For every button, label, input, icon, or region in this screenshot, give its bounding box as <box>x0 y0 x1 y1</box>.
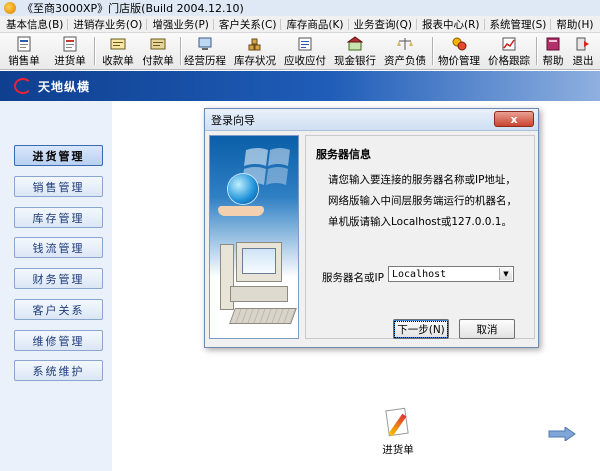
cash-bank-button[interactable]: 现金银行 <box>332 35 378 68</box>
brand-header: 天地纵横 <box>0 71 600 101</box>
title-bar: 《至商3000XP》门店版(Build 2004.12.10) <box>0 0 600 16</box>
inventory-icon <box>247 36 263 52</box>
sales-order-button[interactable]: 销售单 <box>4 35 44 68</box>
nav-customer-relations[interactable]: 客户关系 <box>14 299 103 320</box>
menu-enhanced-business[interactable]: 增强业务(P) <box>146 17 213 32</box>
toolbar: 销售单 进货单 收款单 付款单 经营历程 库存状况 应收应付 现金银行 资产负债… <box>0 33 600 70</box>
business-history-button[interactable]: 经营历程 <box>182 35 228 68</box>
purchase-doc-icon <box>62 36 78 52</box>
section-title: 服务器信息 <box>316 148 371 161</box>
nav-purchase-management[interactable]: 进货管理 <box>14 145 103 166</box>
receipt-button[interactable]: 收款单 <box>98 35 138 68</box>
keyboard-icon <box>229 308 297 324</box>
price-icon <box>451 36 467 52</box>
brand-name: 天地纵横 <box>38 80 91 94</box>
price-tracking-button[interactable]: 价格跟踪 <box>486 35 532 68</box>
arrow-right-icon[interactable] <box>548 427 576 441</box>
dropdown-arrow-icon[interactable]: ▼ <box>499 268 512 280</box>
price-management-button[interactable]: 物价管理 <box>436 35 482 68</box>
dialog-title-bar: 登录向导 x <box>205 109 538 131</box>
nav-cashflow-management[interactable]: 钱流管理 <box>14 237 103 258</box>
nav-inventory-management[interactable]: 库存管理 <box>14 207 103 228</box>
purchase-order-button[interactable]: 进货单 <box>50 35 90 68</box>
menu-report-center[interactable]: 报表中心(R) <box>416 17 484 32</box>
receipt-icon <box>110 36 126 52</box>
nav-finance-management[interactable]: 财务管理 <box>14 268 103 289</box>
server-value: Localhost <box>392 268 447 280</box>
close-button[interactable]: x <box>494 111 534 127</box>
brand-logo-icon <box>14 78 32 94</box>
exit-icon <box>575 36 591 52</box>
app-icon <box>4 2 16 14</box>
server-label: 服务器名或IP <box>322 272 384 284</box>
nav-sales-management[interactable]: 销售管理 <box>14 176 103 197</box>
globe-icon <box>228 174 258 204</box>
nav-system-maintenance[interactable]: 系统维护 <box>14 360 103 381</box>
receivable-icon <box>297 36 313 52</box>
payment-icon <box>150 36 166 52</box>
login-wizard-dialog: 登录向导 x 服务器信息 请您输入要连接的服务器名称或IP地址， 网络版输入中间… <box>204 108 539 348</box>
instruction-line: 请您输入要连接的服务器名称或IP地址， <box>328 174 516 186</box>
server-info-panel: 服务器信息 请您输入要连接的服务器名称或IP地址， 网络版输入中间层服务端运行的… <box>305 135 535 339</box>
price-track-icon <box>501 36 517 52</box>
purchase-doc-pencil-icon <box>383 407 413 439</box>
menu-inventory-business[interactable]: 进销存业务(O) <box>67 17 146 32</box>
exit-button[interactable]: 退出 <box>568 35 598 68</box>
purchase-order-shortcut[interactable]: 进货单 <box>374 407 422 457</box>
receivable-payable-button[interactable]: 应收应付 <box>282 35 328 68</box>
hand-icon <box>218 206 264 216</box>
menu-business-query[interactable]: 业务查询(Q) <box>347 17 416 32</box>
next-button[interactable]: 下一步(N) <box>393 319 449 339</box>
balance-icon <box>397 36 413 52</box>
instruction-line: 单机版请输入Localhost或127.0.0.1。 <box>328 216 512 228</box>
nav-repair-management[interactable]: 维修管理 <box>14 330 103 351</box>
monitor-icon <box>236 242 282 282</box>
instruction-line: 网络版输入中间层服务端运行的机器名， <box>328 195 517 207</box>
assets-liabilities-button[interactable]: 资产负债 <box>382 35 428 68</box>
menu-system-management[interactable]: 系统管理(S) <box>483 17 551 32</box>
module-nav: 进货管理 销售管理 库存管理 钱流管理 财务管理 客户关系 维修管理 系统维护 <box>0 101 112 471</box>
help-book-icon <box>545 36 561 52</box>
inventory-status-button[interactable]: 库存状况 <box>232 35 278 68</box>
payment-button[interactable]: 付款单 <box>138 35 178 68</box>
toolbar-separator <box>432 37 434 65</box>
window-title: 《至商3000XP》门店版(Build 2004.12.10) <box>22 2 244 15</box>
menu-stock-goods[interactable]: 库存商品(K) <box>280 17 347 32</box>
menu-bar: 基本信息(B) 进销存业务(O) 增强业务(P) 客户关系(C) 库存商品(K)… <box>0 16 600 33</box>
cancel-button[interactable]: 取消 <box>459 319 515 339</box>
sales-doc-icon <box>16 36 32 52</box>
history-icon <box>197 36 213 52</box>
menu-basic-info[interactable]: 基本信息(B) <box>0 17 67 32</box>
dialog-title: 登录向导 <box>211 113 255 127</box>
cash-bank-icon <box>347 36 363 52</box>
wizard-illustration <box>209 135 299 339</box>
help-button[interactable]: 帮助 <box>538 35 568 68</box>
menu-help[interactable]: 帮助(H) <box>550 17 597 32</box>
menu-customer-relations[interactable]: 客户关系(C) <box>212 17 281 32</box>
server-select[interactable]: Localhost ▼ <box>388 266 514 282</box>
computer-base-icon <box>230 286 288 302</box>
toolbar-separator <box>94 37 96 65</box>
